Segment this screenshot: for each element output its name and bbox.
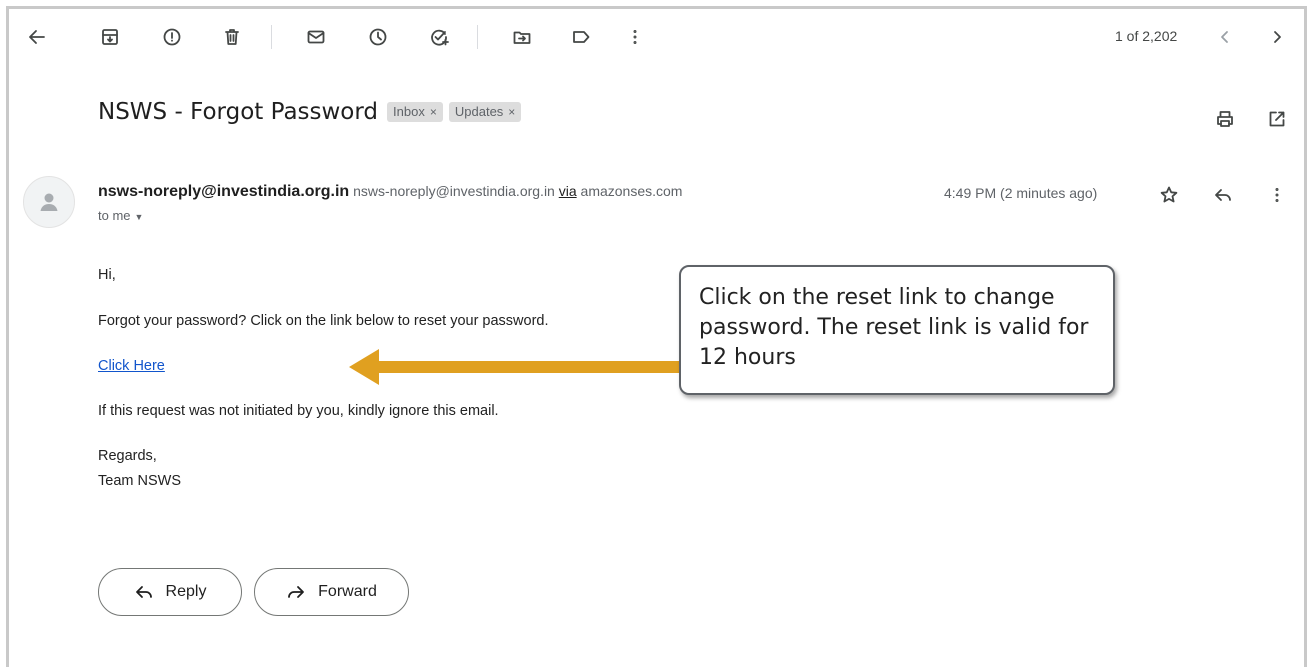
toolbar-divider [271,25,272,49]
add-task-icon[interactable] [425,23,453,51]
body-signature: Team NSWS [98,473,181,489]
open-new-window-icon[interactable] [1263,105,1291,133]
reset-password-link[interactable]: Click Here [98,358,165,374]
avatar [23,176,75,228]
move-to-icon[interactable] [508,23,536,51]
remove-label-icon[interactable]: × [508,105,515,119]
label-chip-inbox[interactable]: Inbox × [387,102,443,122]
more-options-icon[interactable] [1263,181,1291,209]
message-counter: 1 of 2,202 [1115,28,1178,44]
archive-icon[interactable] [96,23,124,51]
reply-button[interactable]: Reply [98,568,242,616]
email-subject: NSWS - Forgot Password [98,99,379,125]
annotation-arrow [349,349,687,385]
email-timestamp: 4:49 PM (2 minutes ago) [944,185,1098,201]
chevron-down-icon[interactable]: ▼ [135,212,144,222]
toolbar-divider [477,25,478,49]
label-icon[interactable] [567,23,595,51]
mark-unread-icon[interactable] [302,23,330,51]
body-line-2: If this request was not initiated by you… [98,403,499,419]
avatar-icon [40,193,58,211]
via-link[interactable]: via [559,183,577,199]
forward-icon [288,586,305,598]
recipient-text: to me [98,208,131,223]
forward-label: Forward [318,583,377,600]
annotation-callout: Click on the reset link to change passwo… [679,265,1115,395]
forward-button[interactable]: Forward [254,568,409,616]
more-vert-icon[interactable] [621,23,649,51]
subject-row: NSWS - Forgot Password Inbox × Updates × [98,99,522,125]
back-arrow-icon[interactable] [23,23,51,51]
body-regards: Regards, [98,448,157,464]
star-icon[interactable] [1155,181,1183,209]
remove-label-icon[interactable]: × [430,105,437,119]
label-chip-text: Inbox [393,104,425,119]
via-domain: amazonses.com [580,183,683,199]
sender-email: nsws-noreply@investindia.org.in [353,183,555,199]
sender-line: nsws-noreply@investindia.org.in nsws-nor… [98,183,682,201]
recipient-details[interactable]: to me ▼ [98,208,143,223]
label-chip-updates[interactable]: Updates × [448,102,522,122]
toolbar: 1 of 2,202 [9,9,1304,65]
newer-icon[interactable] [1211,23,1239,51]
sender-name[interactable]: nsws-noreply@investindia.org.in [98,183,349,200]
snooze-icon[interactable] [364,23,392,51]
body-line-1: Forgot your password? Click on the link … [98,313,549,329]
body-greeting: Hi, [98,267,116,283]
reply-label: Reply [165,583,207,600]
older-icon[interactable] [1263,23,1291,51]
email-view: 1 of 2,202 NSWS - Forgot Password Inbox … [6,6,1307,667]
label-chip-text: Updates [454,104,504,119]
report-spam-icon[interactable] [158,23,186,51]
delete-icon[interactable] [218,23,246,51]
reply-icon[interactable] [1209,181,1237,209]
print-icon[interactable] [1211,105,1239,133]
reply-icon [135,586,152,598]
